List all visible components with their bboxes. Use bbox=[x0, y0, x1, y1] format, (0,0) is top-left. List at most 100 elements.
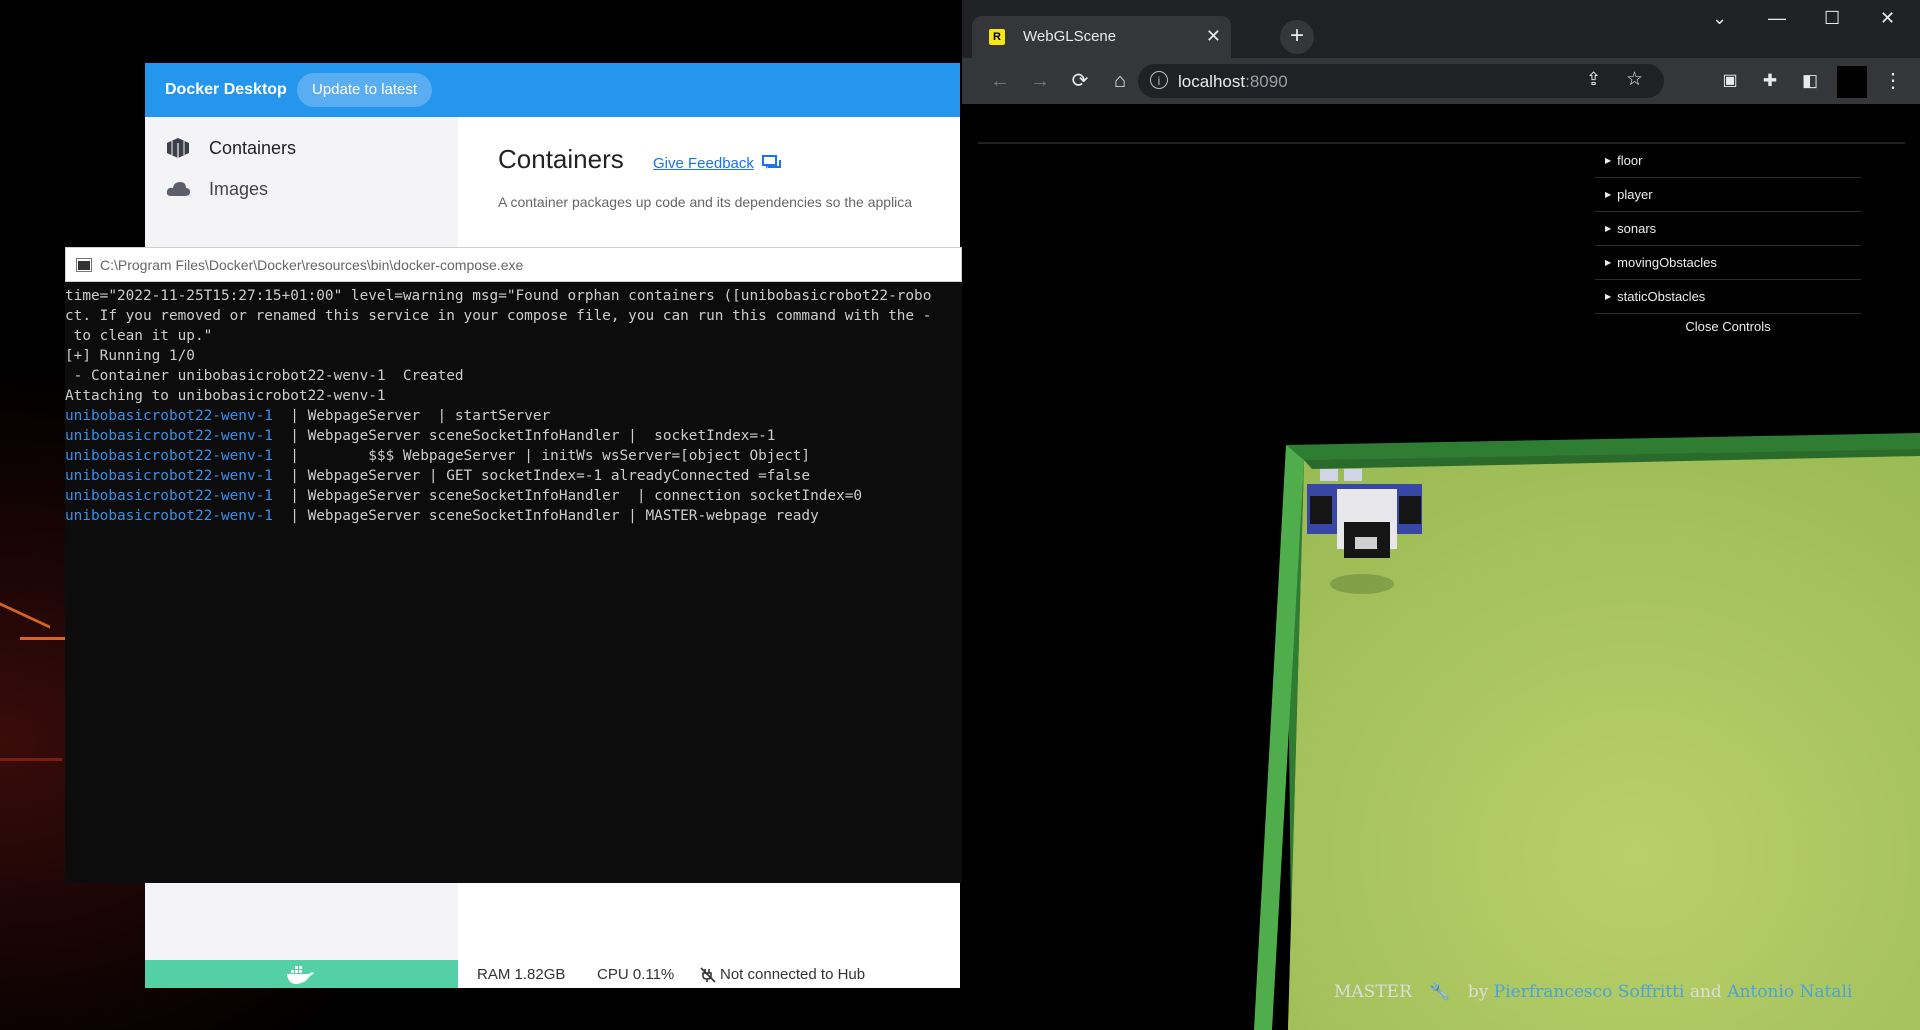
by-label: by bbox=[1467, 982, 1489, 1002]
master-label: MASTER bbox=[1334, 982, 1412, 1002]
terminal-line: unibobasicrobot22-wenv-1 | WebpageServer… bbox=[65, 426, 962, 446]
cast-icon[interactable]: ▣ bbox=[1717, 68, 1743, 94]
terminal-title: C:\Program Files\Docker\Docker\resources… bbox=[100, 257, 524, 273]
give-feedback-link[interactable]: Give Feedback bbox=[653, 154, 782, 172]
close-window-icon[interactable]: ✕ bbox=[1880, 8, 1895, 29]
log-text: ct. If you removed or renamed this servi… bbox=[65, 308, 932, 324]
wrench-icon: 🔧 bbox=[1429, 982, 1451, 1002]
info-icon[interactable]: i bbox=[1150, 71, 1168, 89]
hub-status-label: Not connected to Hub bbox=[720, 966, 866, 983]
minimize-icon[interactable]: — bbox=[1768, 8, 1786, 29]
side-panel-icon[interactable]: ◧ bbox=[1797, 68, 1823, 94]
service-name: unibobasicrobot22-wenv-1 bbox=[65, 428, 273, 444]
plug-disconnected-icon bbox=[700, 967, 716, 983]
terminal-line: [+] Running 1/0 bbox=[65, 346, 962, 366]
wallpaper-stripe bbox=[0, 602, 50, 629]
home-icon[interactable]: ⌂ bbox=[1107, 68, 1133, 94]
close-controls-button[interactable]: Close Controls bbox=[1595, 314, 1861, 340]
browser-window: R WebGLScene ✕ + ⌄ — ☐ ✕ ← → ⟳ ⌂ i local… bbox=[962, 0, 1920, 1030]
terminal-line: unibobasicrobot22-wenv-1 | WebpageServer… bbox=[65, 466, 962, 486]
terminal-output[interactable]: time="2022-11-25T15:27:15+01:00" level=w… bbox=[65, 286, 962, 876]
control-label: movingObstacles bbox=[1617, 255, 1717, 270]
caret-right-icon: ▶ bbox=[1605, 190, 1612, 199]
docker-whale-icon bbox=[287, 966, 314, 984]
control-label: staticObstacles bbox=[1617, 289, 1706, 304]
sidebar-item-images[interactable]: Images bbox=[165, 174, 268, 204]
address-bar[interactable]: i localhost:8090 ⇪ ☆ bbox=[1138, 64, 1664, 98]
control-label: sonars bbox=[1617, 221, 1657, 236]
update-button[interactable]: Update to latest bbox=[297, 73, 433, 107]
cpu-status: CPU 0.11% bbox=[597, 966, 675, 983]
control-folder-floor[interactable]: ▶ floor bbox=[1595, 144, 1861, 178]
control-label: floor bbox=[1617, 153, 1643, 168]
hub-status: Not connected to Hub bbox=[700, 966, 866, 983]
url-text: localhost:8090 bbox=[1178, 72, 1288, 92]
control-folder-player[interactable]: ▶ player bbox=[1595, 178, 1861, 212]
author-link-1[interactable]: Pierfrancesco Soffritti bbox=[1494, 982, 1685, 1002]
chevron-down-icon[interactable]: ⌄ bbox=[1712, 8, 1727, 29]
wallpaper-stripe bbox=[20, 637, 65, 640]
share-icon[interactable]: ⇪ bbox=[1586, 69, 1601, 90]
terminal-line: unibobasicrobot22-wenv-1 | WebpageServer… bbox=[65, 406, 962, 426]
forward-icon[interactable]: → bbox=[1027, 68, 1053, 94]
log-text: | WebpageServer sceneSocketInfoHandler |… bbox=[272, 428, 776, 444]
service-name: unibobasicrobot22-wenv-1 bbox=[65, 488, 273, 504]
feedback-icon bbox=[761, 155, 781, 169]
control-folder-sonars[interactable]: ▶ sonars bbox=[1595, 212, 1861, 246]
wallpaper-stripe bbox=[0, 758, 62, 761]
log-text: [+] Running 1/0 bbox=[65, 348, 195, 364]
bookmarks-bar bbox=[978, 104, 1905, 144]
url-host: localhost bbox=[1178, 72, 1246, 91]
console-app-icon bbox=[76, 258, 92, 272]
caret-right-icon: ▶ bbox=[1605, 224, 1612, 233]
terminal-line: - Container unibobasicrobot22-wenv-1 Cre… bbox=[65, 366, 962, 386]
caret-right-icon: ▶ bbox=[1605, 292, 1612, 301]
new-tab-button[interactable]: + bbox=[1280, 20, 1314, 54]
service-name: unibobasicrobot22-wenv-1 bbox=[65, 468, 273, 484]
url-port: :8090 bbox=[1245, 72, 1288, 91]
sidebar-item-containers[interactable]: Containers bbox=[165, 133, 296, 163]
log-text: Attaching to unibobasicrobot22-wenv-1 bbox=[65, 388, 386, 404]
webgl-scene-page: ▶ floor ▶ player ▶ sonars ▶ movingObstacles … bbox=[962, 144, 1920, 1030]
control-folder-moving-obstacles[interactable]: ▶ movingObstacles bbox=[1595, 246, 1861, 280]
terminal-line: ct. If you removed or renamed this servi… bbox=[65, 306, 962, 326]
log-text: | WebpageServer | GET socketIndex=-1 alr… bbox=[272, 468, 811, 484]
terminal-line: unibobasicrobot22-wenv-1 | WebpageServer… bbox=[65, 486, 962, 506]
docker-header: Docker Desktop Update to latest bbox=[145, 63, 960, 117]
containers-icon bbox=[167, 138, 189, 158]
service-name: unibobasicrobot22-wenv-1 bbox=[65, 448, 273, 464]
author-link-2[interactable]: Antonio Natali bbox=[1727, 982, 1852, 1002]
control-folder-static-obstacles[interactable]: ▶ staticObstacles bbox=[1595, 280, 1861, 314]
ram-status: RAM 1.82GB bbox=[477, 966, 566, 983]
and-label: and bbox=[1689, 982, 1722, 1002]
browser-tab[interactable]: R WebGLScene ✕ bbox=[972, 16, 1231, 58]
profile-avatar[interactable] bbox=[1837, 66, 1867, 98]
log-text: time="2022-11-25T15:27:15+01:00" level=w… bbox=[65, 288, 932, 304]
terminal-titlebar[interactable]: C:\Program Files\Docker\Docker\resources… bbox=[65, 247, 962, 282]
status-bar: RAM 1.82GB CPU 0.11% Not connected to Hu… bbox=[145, 960, 960, 988]
caret-right-icon: ▶ bbox=[1605, 258, 1612, 267]
service-name: unibobasicrobot22-wenv-1 bbox=[65, 408, 273, 424]
maximize-icon[interactable]: ☐ bbox=[1824, 8, 1840, 29]
log-text: | $$$ WebpageServer | initWs wsServer=[o… bbox=[272, 448, 811, 464]
log-text: | WebpageServer | startServer bbox=[272, 408, 551, 424]
sidebar-item-label: Images bbox=[209, 178, 269, 199]
terminal-window[interactable]: C:\Program Files\Docker\Docker\resources… bbox=[65, 247, 962, 883]
menu-icon[interactable]: ⋮ bbox=[1880, 68, 1906, 94]
page-description: A container packages up code and its dep… bbox=[498, 194, 913, 210]
terminal-line: time="2022-11-25T15:27:15+01:00" level=w… bbox=[65, 286, 962, 306]
reload-icon[interactable]: ⟳ bbox=[1067, 68, 1093, 94]
service-name: unibobasicrobot22-wenv-1 bbox=[65, 508, 273, 524]
bookmark-star-icon[interactable]: ☆ bbox=[1626, 68, 1643, 91]
sidebar-item-label: Containers bbox=[209, 137, 297, 158]
images-icon bbox=[166, 182, 190, 196]
gui-controls-panel: ▶ floor ▶ player ▶ sonars ▶ movingObstacles … bbox=[1595, 144, 1861, 340]
log-text: to clean it up." bbox=[65, 328, 213, 344]
extensions-icon[interactable]: ✚ bbox=[1757, 68, 1783, 94]
tab-close-icon[interactable]: ✕ bbox=[1206, 26, 1221, 47]
page-title: Containers bbox=[498, 144, 624, 174]
back-icon[interactable]: ← bbox=[987, 68, 1013, 94]
terminal-line: to clean it up." bbox=[65, 326, 962, 346]
log-text: | WebpageServer sceneSocketInfoHandler |… bbox=[272, 488, 863, 504]
engine-status-strip[interactable] bbox=[145, 960, 458, 988]
